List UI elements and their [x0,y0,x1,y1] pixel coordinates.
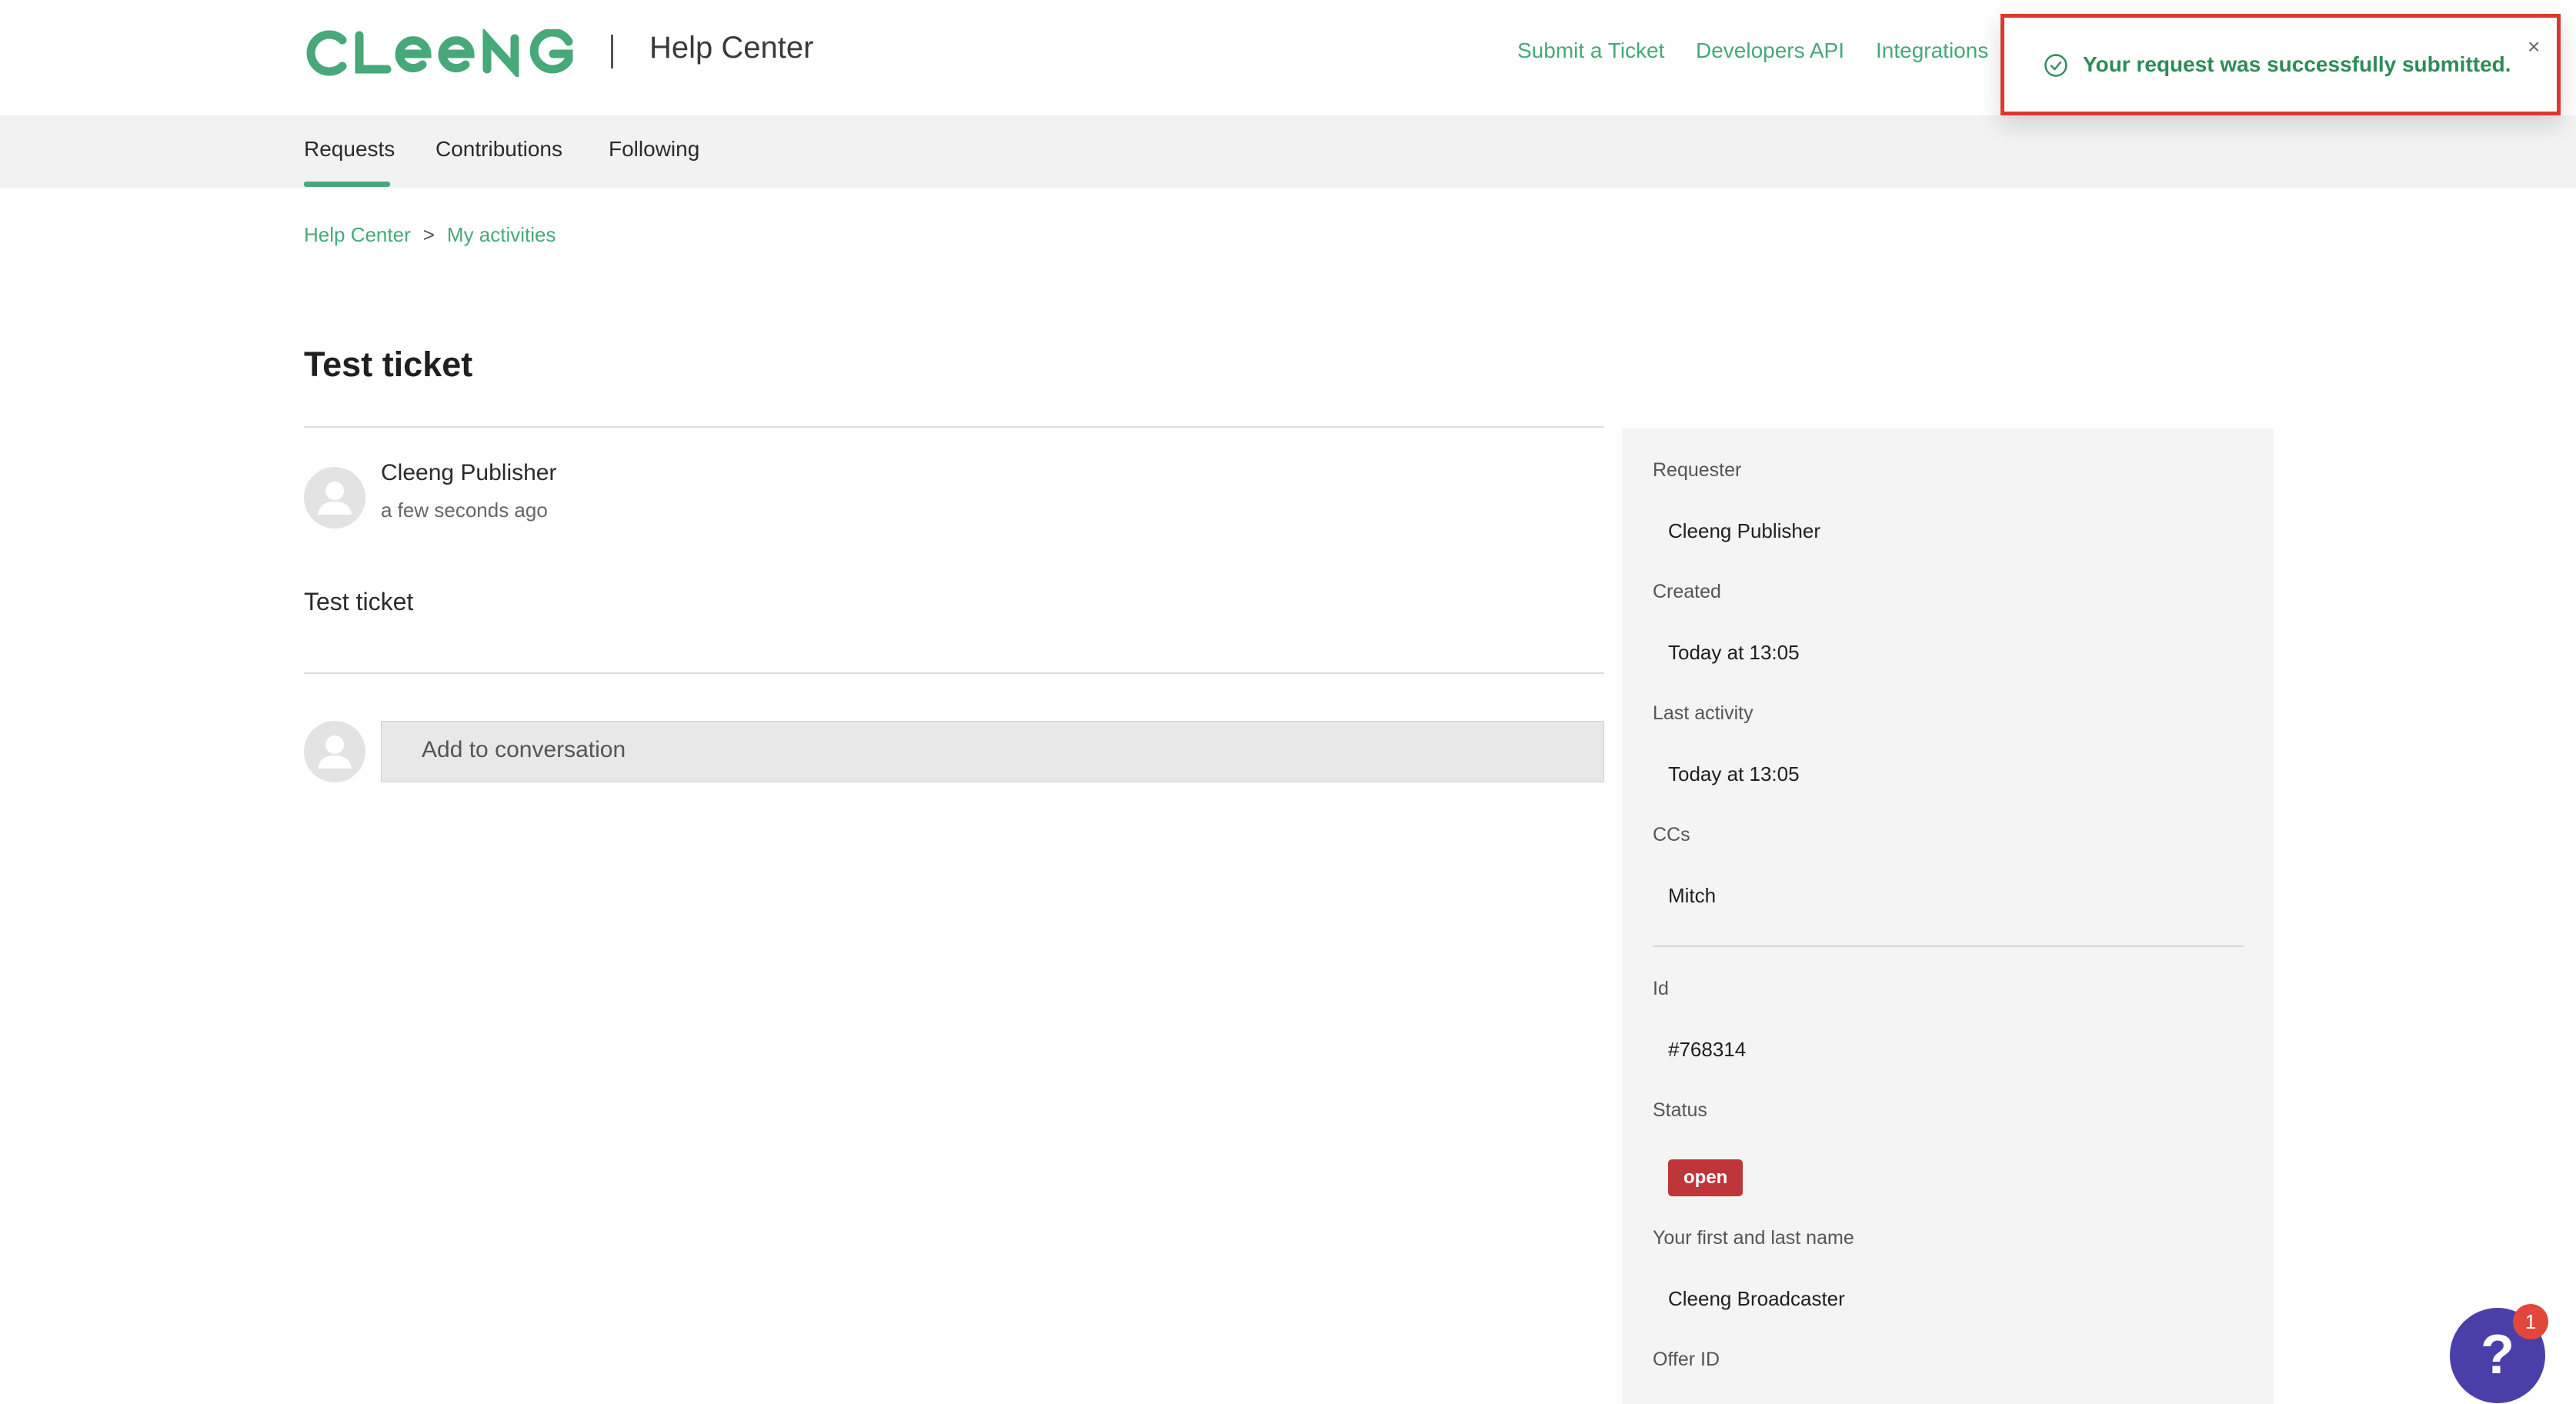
tab-contributions[interactable]: Contributions [435,137,562,162]
help-center-title[interactable]: Help Center [649,31,813,65]
page: Help Center Submit a Ticket Developers A… [0,0,2576,1404]
add-to-conversation-input[interactable]: Add to conversation [381,721,1604,782]
nav-developers-api[interactable]: Developers API [1696,38,1844,63]
breadcrumb-my-activities[interactable]: My activities [447,223,556,246]
comment-divider [304,672,1604,674]
user-silhouette-icon [318,735,352,769]
cleeng-logo-mark [306,27,573,81]
tab-following[interactable]: Following [609,137,699,162]
requester-value: Cleeng Publisher [1668,519,1821,542]
requester-label: Requester [1653,459,1742,481]
notification-count-badge: 1 [2513,1304,2548,1339]
activities-subnav: Requests Contributions Following [0,115,2576,188]
request-details-sidebar: Requester Cleeng Publisher Created Today… [1622,429,2274,1404]
check-circle-icon [2044,54,2067,77]
breadcrumb: Help Center > My activities [304,223,556,247]
logo-divider [611,35,613,68]
ccs-label: CCs [1653,824,1690,845]
notification-message: Your request was successfully submitted. [2083,52,2511,76]
ccs-value: Mitch [1668,884,1717,907]
name-label: Your first and last name [1653,1227,1854,1249]
title-divider [304,426,1604,428]
author-avatar [304,467,365,529]
active-tab-indicator [304,182,390,187]
status-badge: open [1668,1159,1743,1196]
nav-submit-ticket[interactable]: Submit a Ticket [1517,38,1664,63]
comment-body: Test ticket [304,588,414,615]
tab-requests[interactable]: Requests [304,137,395,162]
reply-avatar [304,721,365,782]
status-label: Status [1653,1099,1707,1121]
user-silhouette-icon [318,482,352,515]
comment-author: Cleeng Publisher [381,460,557,485]
add-to-conversation-placeholder: Add to conversation [422,737,626,762]
created-value: Today at 13:05 [1668,641,1800,664]
comment-timestamp: a few seconds ago [381,499,548,522]
breadcrumb-help-center[interactable]: Help Center [304,223,411,246]
cleeng-logo[interactable] [304,27,577,81]
id-value: #768314 [1668,1038,1747,1061]
sidebar-divider [1653,945,2244,947]
last-activity-label: Last activity [1653,702,1753,724]
last-activity-value: Today at 13:05 [1668,762,1800,785]
created-label: Created [1653,581,1721,602]
success-notification: Your request was successfully submitted.… [2000,14,2561,115]
name-value: Cleeng Broadcaster [1668,1287,1845,1310]
breadcrumb-separator: > [422,223,435,246]
page-title: Test ticket [304,345,473,384]
close-icon[interactable]: × [2528,35,2540,59]
offer-id-label: Offer ID [1653,1349,1720,1370]
id-label: Id [1653,978,1669,999]
nav-integrations[interactable]: Integrations [1876,38,1988,63]
